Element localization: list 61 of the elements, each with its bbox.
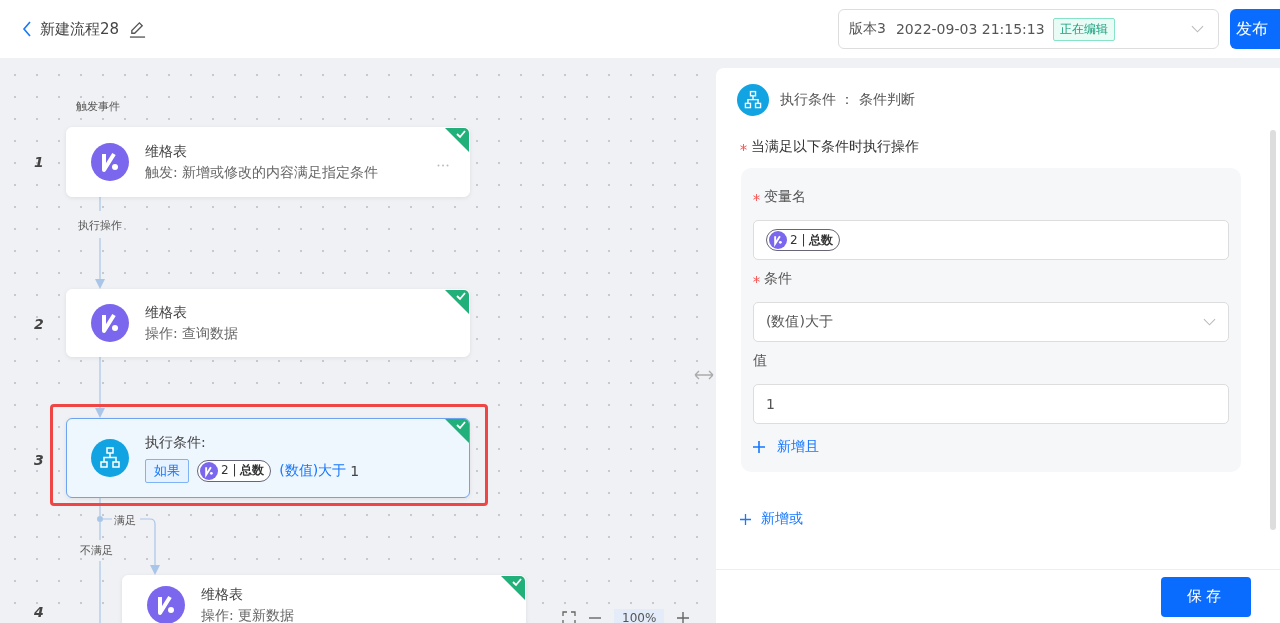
status-tag: 正在编辑	[1052, 17, 1115, 41]
hierarchy-icon	[737, 84, 769, 116]
field-label: 条件	[764, 270, 792, 288]
scrollbar[interactable]	[1270, 130, 1276, 530]
app-logo-icon	[91, 143, 129, 181]
drag-handle-icon[interactable]	[694, 370, 714, 380]
edit-icon[interactable]	[129, 20, 147, 38]
plus-icon	[740, 513, 751, 525]
section-label: 当满足以下条件时执行操作	[751, 138, 919, 156]
save-button[interactable]: 保存	[1161, 576, 1251, 617]
app-logo-icon	[147, 586, 185, 623]
hierarchy-icon	[91, 439, 129, 477]
panel-title: 执行条件 ： 条件判断	[780, 91, 915, 109]
branch-label: 不满足	[80, 543, 113, 558]
flow-node[interactable]: 维格表 操作: 查询数据	[66, 289, 470, 357]
connector-arrow	[95, 356, 105, 418]
version-select[interactable]: 版本3 2022-09-03 21:15:13 正在编辑	[838, 9, 1219, 49]
chevron-down-icon	[1203, 318, 1216, 326]
zoom-in-icon[interactable]	[676, 611, 691, 623]
flow-node[interactable]: 维格表 触发: 新增或修改的内容满足指定条件	[66, 127, 470, 197]
add-and-button[interactable]: 新增且	[753, 434, 819, 460]
condition-select[interactable]: (数值)大于	[753, 302, 1229, 342]
value-input[interactable]: 1	[753, 384, 1229, 424]
if-tag: 如果	[145, 458, 189, 483]
node-description: 操作: 查询数据	[145, 324, 239, 343]
node-title: 维格表	[145, 142, 188, 161]
flow-title: 新建流程28	[40, 19, 120, 39]
condition-operator: (数值)大于	[279, 461, 347, 480]
step-number: 2	[34, 316, 44, 332]
node-description: 触发: 新增或修改的内容满足指定条件	[145, 163, 379, 182]
flow-node[interactable]: 维格表 操作: 更新数据	[122, 575, 526, 623]
step-number: 1	[34, 154, 44, 170]
publish-button[interactable]: 发布	[1230, 9, 1280, 49]
node-description: 操作: 更新数据	[201, 606, 295, 623]
back-icon[interactable]	[22, 21, 32, 37]
plus-icon	[753, 441, 765, 453]
flow-node[interactable]: 执行条件: 如果 2 | 总数 (数值)大于 1	[66, 418, 470, 498]
condition-value: 1	[350, 462, 360, 479]
branch-label: 满足	[114, 513, 136, 528]
version-datetime: 2022-09-03 21:15:13	[895, 21, 1045, 37]
field-label: 变量名	[764, 188, 806, 206]
version-label: 版本3	[849, 20, 886, 38]
branch-label: 执行操作	[78, 218, 122, 233]
add-or-button[interactable]: 新增或	[740, 506, 803, 532]
variable-field[interactable]: 2 | 总数	[753, 220, 1229, 260]
trigger-label: 触发事件	[76, 99, 120, 114]
more-icon[interactable]	[437, 164, 449, 167]
zoom-level: 100%	[614, 609, 665, 623]
chip-text: 2 | 总数	[790, 231, 834, 249]
step-number: 3	[34, 452, 44, 468]
node-title: 执行条件:	[145, 433, 207, 452]
app-logo-icon	[91, 304, 129, 342]
field-label: 值	[753, 352, 767, 370]
step-number: 4	[34, 604, 44, 620]
node-title: 维格表	[145, 303, 188, 322]
fullscreen-icon[interactable]	[562, 611, 576, 623]
app-logo-icon	[769, 231, 787, 249]
node-title: 维格表	[201, 585, 244, 604]
app-logo-icon	[200, 461, 218, 480]
chip-text: 2 | 总数	[221, 462, 265, 479]
chevron-down-icon	[1191, 25, 1204, 33]
